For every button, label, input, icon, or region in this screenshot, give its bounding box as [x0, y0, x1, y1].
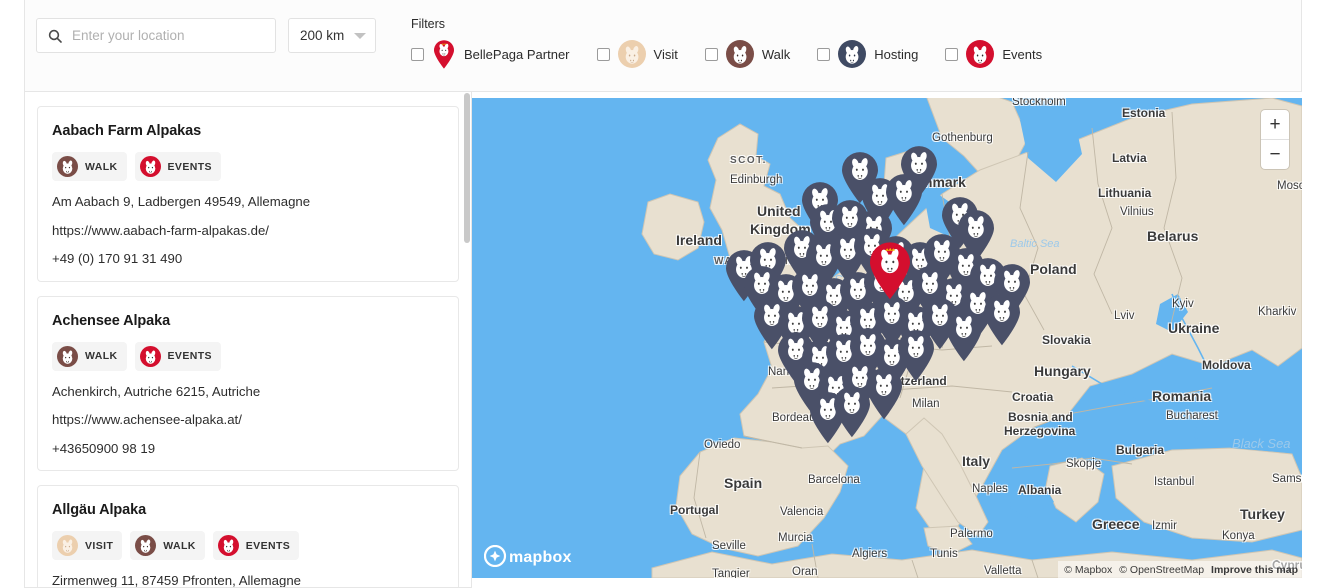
crowned-alpaca-pin-icon	[432, 39, 456, 69]
attribution-osm[interactable]: © OpenStreetMap	[1119, 564, 1204, 576]
filter-item-events[interactable]: Events	[945, 40, 1042, 68]
filters-label: Filters	[411, 17, 446, 31]
tag-events[interactable]: EVENTS	[212, 531, 300, 561]
listing-name: Achensee Alpaka	[52, 312, 171, 329]
alpaca-beige-circle-icon	[57, 535, 78, 557]
mapbox-logo-icon: mapbox	[484, 545, 572, 567]
radius-select[interactable]: 200 km	[288, 18, 376, 53]
filter-label: BellePaga Partner	[464, 46, 570, 62]
listing-address: Achenkirch, Autriche 6215, Autriche	[52, 383, 261, 399]
map-marker-pin-highlighted[interactable]	[866, 240, 914, 300]
filter-item-walk[interactable]: Walk	[704, 40, 791, 68]
tag-label: WALK	[85, 350, 118, 363]
map-marker-pin[interactable]	[980, 292, 1024, 346]
filter-checkbox-bellepaga-partner[interactable]	[411, 47, 424, 61]
filter-label: Walk	[761, 46, 791, 62]
locator-page: 200 km Filters BellePaga Partner Visit Wal…	[0, 0, 1326, 588]
alpaca-events-circle-icon	[139, 156, 161, 177]
listing-card[interactable]: Achensee Alpaka WALK EVENTS Achenkirch, Aut…	[37, 295, 459, 472]
listing-address: Zirmenweg 11, 87459 Pfronten, Allemagne	[52, 573, 302, 588]
tag-events[interactable]: EVENTS	[134, 152, 221, 181]
chevron-down-icon	[354, 32, 366, 39]
alpaca-hosting-circle-icon	[838, 40, 867, 68]
map-marker-pin[interactable]	[830, 384, 874, 438]
search-box[interactable]	[36, 18, 276, 53]
alpaca-walk-circle-icon	[57, 156, 78, 177]
search-row: 200 km	[36, 18, 376, 53]
search-icon	[47, 28, 63, 44]
filter-item-visit[interactable]: Visit	[596, 40, 678, 68]
attribution-mapbox[interactable]: © Mapbox	[1064, 564, 1112, 576]
alpaca-walk-circle-icon	[725, 40, 754, 68]
alpaca-events-circle-icon	[966, 40, 995, 68]
results-sidebar[interactable]: Aabach Farm Alpakas WALK EVENTS Am Aabach 9…	[24, 92, 472, 588]
listing-phone: +49 (0) 170 91 31 490	[52, 251, 183, 267]
zoom-in-button[interactable]: +	[1261, 110, 1289, 139]
listing-tags: WALK EVENTS	[52, 341, 444, 371]
alpaca-events-circle-icon	[217, 535, 239, 557]
filter-item-bellepaga-partner[interactable]: BellePaga Partner	[411, 39, 570, 69]
alpaca-events-circle-icon	[139, 345, 161, 367]
tag-label: VISIT	[85, 539, 114, 552]
filter-checkbox-events[interactable]	[945, 47, 959, 61]
alpaca-walk-circle-icon	[135, 535, 157, 557]
listing-name: Aabach Farm Alpakas	[52, 123, 202, 139]
zoom-out-button[interactable]: −	[1261, 140, 1289, 169]
filter-label: Events	[1002, 46, 1043, 62]
map-canvas[interactable]: IrelandUnitedKingdomSCOT.EdinburghWALESE…	[472, 98, 1302, 578]
tag-walk[interactable]: WALK	[52, 341, 127, 371]
filter-label: Hosting	[874, 46, 919, 62]
filter-checkbox-walk[interactable]	[704, 47, 718, 61]
listing-phone: +43650900 98 19	[52, 440, 156, 456]
scrollbar-thumb[interactable]	[464, 93, 470, 243]
listing-name: Allgäu Alpaka	[52, 502, 147, 519]
tag-label: WALK	[163, 539, 196, 552]
search-input[interactable]	[72, 19, 265, 52]
listing-tags: WALK EVENTS	[52, 152, 444, 181]
alpaca-beige-circle-icon	[617, 40, 646, 68]
listing-card[interactable]: Allgäu Alpaka VISIT WALK EVENTS Zirmenweg 11…	[37, 485, 459, 588]
alpaca-walk-circle-icon	[57, 345, 78, 367]
tag-label: EVENTS	[167, 350, 212, 363]
listing-website[interactable]: https://www.achensee-alpaka.at/	[52, 413, 444, 428]
improve-map-link[interactable]: Improve this map	[1211, 564, 1298, 576]
listing-address: Am Aabach 9, Ladbergen 49549, Allemagne	[52, 194, 311, 209]
filters-row: BellePaga Partner Visit Walk Hosting Events	[411, 39, 1069, 69]
listing-website[interactable]: https://www.aabach-farm-alpakas.de/	[52, 223, 444, 239]
sidebar-scrollbar[interactable]	[464, 93, 470, 587]
filter-checkbox-visit[interactable]	[596, 47, 610, 61]
filters-group: Filters BellePaga Partner Visit Walk Hostin…	[411, 17, 1069, 69]
mapbox-logo[interactable]: mapbox	[484, 545, 576, 567]
tag-walk[interactable]: WALK	[130, 531, 205, 561]
results-list: Aabach Farm Alpakas WALK EVENTS Am Aabach 9…	[25, 106, 471, 588]
map-zoom-controls: + −	[1261, 110, 1289, 169]
filter-checkbox-hosting[interactable]	[817, 47, 831, 61]
listing-card[interactable]: Aabach Farm Alpakas WALK EVENTS Am Aabach 9…	[37, 106, 459, 282]
radius-value: 200 km	[300, 28, 345, 43]
tag-events[interactable]: EVENTS	[134, 341, 221, 371]
map-marker-pin[interactable]	[942, 308, 986, 362]
filter-header: 200 km Filters BellePaga Partner Visit Wal…	[24, 0, 1302, 92]
tag-label: EVENTS	[245, 539, 291, 552]
tag-label: EVENTS	[167, 160, 212, 173]
svg-text:mapbox: mapbox	[509, 549, 572, 566]
listing-tags: VISIT WALK EVENTS	[52, 531, 444, 561]
filter-label: Visit	[653, 46, 678, 62]
tag-visit[interactable]: VISIT	[52, 531, 123, 561]
map-attribution: © Mapbox © OpenStreetMap Improve this ma…	[1058, 561, 1302, 578]
tag-label: WALK	[85, 160, 118, 173]
tag-walk[interactable]: WALK	[52, 152, 127, 181]
filter-item-hosting[interactable]: Hosting	[817, 40, 918, 68]
